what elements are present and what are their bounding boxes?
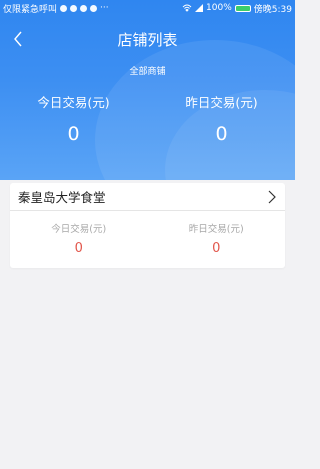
settings-icon [70, 4, 78, 12]
back-arrow-icon [14, 31, 22, 47]
page-title: 店铺列表 [117, 30, 178, 49]
wifi-icon [182, 4, 192, 12]
shop-name: 秦皇岛大学食堂 [18, 190, 106, 205]
chevron-right-icon [268, 190, 276, 203]
notification-icon [60, 4, 68, 12]
shop-yesterday-label: 昨日交易(元) [188, 224, 244, 235]
shop-yesterday-value: 0 [212, 241, 221, 256]
battery-percent: 100% [206, 3, 232, 13]
carrier-text: 仅限紧急呼叫 [3, 4, 58, 15]
today-summary: 今日交易(元) 0 [0, 92, 147, 145]
nav-bar: 店铺列表 [0, 24, 295, 54]
back-button[interactable] [6, 24, 30, 54]
shop-today-label: 今日交易(元) [51, 224, 107, 235]
heart-icon [80, 4, 88, 12]
shop-today: 今日交易(元) 0 [10, 211, 148, 267]
shop-card-header[interactable]: 秦皇岛大学食堂 [10, 183, 285, 211]
yesterday-summary: 昨日交易(元) 0 [148, 92, 295, 145]
app-icon [90, 4, 98, 12]
shop-today-value: 0 [74, 241, 83, 256]
today-value: 0 [67, 123, 80, 145]
status-time: 傍晚5:39 [253, 4, 292, 15]
today-label: 今日交易(元) [37, 95, 110, 110]
battery-icon [234, 4, 251, 12]
yesterday-value: 0 [215, 123, 228, 145]
all-shops-label: 全部商铺 [129, 67, 166, 77]
shop-yesterday: 昨日交易(元) 0 [148, 211, 286, 267]
header-banner: 仅限紧急呼叫 ··· 100% 傍晚5:39 店铺列表 全部商铺 今日交易(元)… [0, 0, 295, 180]
status-bar: 仅限紧急呼叫 ··· 100% 傍晚5:39 [0, 0, 295, 16]
yesterday-label: 昨日交易(元) [185, 95, 258, 110]
more-icon: ··· [100, 3, 109, 13]
shop-card[interactable]: 秦皇岛大学食堂 今日交易(元) 0 昨日交易(元) 0 [10, 183, 285, 268]
signal-icon [195, 4, 204, 12]
